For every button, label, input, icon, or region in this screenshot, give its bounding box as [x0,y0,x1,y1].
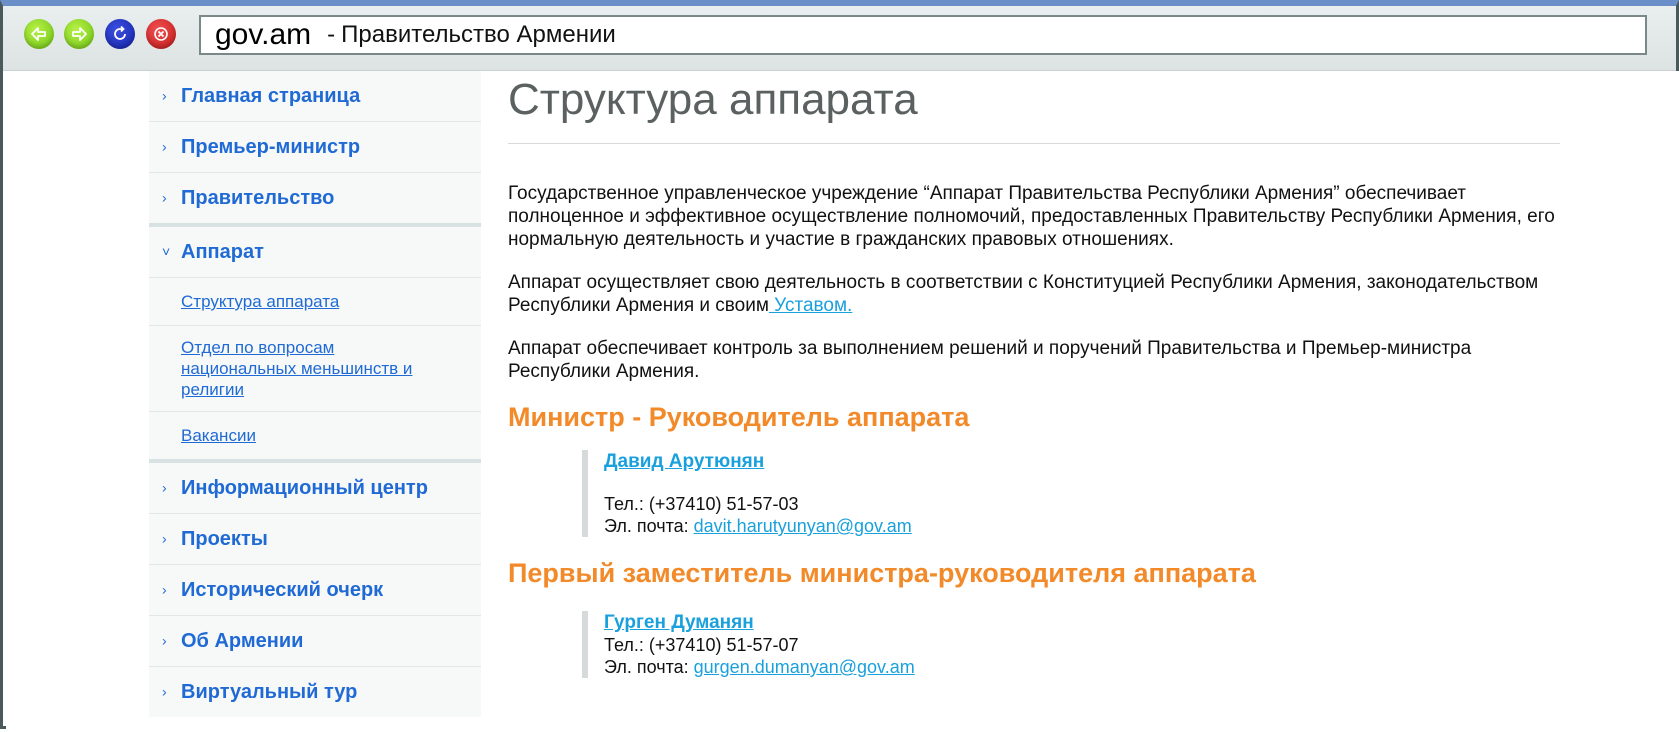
address-separator: - [327,21,336,48]
person-email-row: Эл. почта: davit.harutyunyan@gov.am [604,515,1560,537]
sidebar-subitem-link[interactable]: Структура аппарата [181,292,339,311]
charter-link[interactable]: Уставом. [769,295,852,316]
sidebar-item-virtual-tour[interactable]: › Виртуальный тур [149,667,481,717]
control-paragraph: Аппарат обеспечивает контроль за выполне… [508,338,1472,382]
reload-icon [114,25,126,40]
forward-button[interactable] [64,19,94,49]
contact-card-minister: Давид Арутюнян Тел.: (+37410) 51-57-03 Э… [582,450,1560,537]
section-title-first-deputy: Первый заместитель министра-руководителя… [508,558,1256,588]
sidebar-item-government[interactable]: › Правительство [149,173,481,227]
email-link[interactable]: davit.harutyunyan@gov.am [694,516,912,536]
page-title: Структура аппарата [508,75,918,124]
page-content: › Главная страница › Премьер-министр › П… [6,71,1679,732]
stop-icon [154,27,168,41]
chevron-right-icon: › [162,530,167,547]
main-content: Структура аппарата Государственное управ… [508,71,1560,678]
activity-paragraph: Аппарат осуществляет свою деятельность в… [508,271,1560,317]
browser-toolbar: gov.am - Правительство Армении [3,6,1676,71]
sidebar-item-apparatus[interactable]: ˅ Аппарат [149,227,481,278]
address-bar[interactable]: gov.am - Правительство Армении [199,15,1647,55]
reload-button[interactable] [105,19,135,49]
sidebar-item-label: Премьер-министр [181,135,361,158]
sidebar-subitem-link[interactable]: Вакансии [181,426,256,445]
sidebar-item-label: Аппарат [181,240,264,263]
chevron-right-icon: › [162,632,167,649]
sidebar-item-about-armenia[interactable]: › Об Армении [149,616,481,667]
sidebar-item-info-center[interactable]: › Информационный центр [149,459,481,514]
browser-window: gov.am - Правительство Армении › Главная… [0,0,1679,732]
sidebar-item-home[interactable]: › Главная страница [149,71,481,122]
sidebar-item-label: Виртуальный тур [181,680,358,703]
email-link[interactable]: gurgen.dumanyan@gov.am [694,657,915,677]
chevron-right-icon: › [162,189,167,206]
sidebar-item-history[interactable]: › Исторический очерк [149,565,481,616]
person-phone: Тел.: (+37410) 51-57-03 [604,494,799,514]
sidebar-item-label: Исторический очерк [181,578,384,601]
back-arrow-icon [31,27,46,41]
email-label: Эл. почта: [604,516,689,536]
chevron-down-icon: ˅ [162,243,171,260]
address-domain: gov.am [215,18,312,51]
sidebar-item-projects[interactable]: › Проекты [149,514,481,565]
sidebar-subitem-vacancies: Вакансии [149,412,481,459]
chevron-right-icon: › [162,479,167,496]
sidebar-item-prime-minister[interactable]: › Премьер-министр [149,122,481,173]
sidebar-item-label: Информационный центр [181,476,428,499]
section-title-minister: Министр - Руководитель аппарата [508,402,970,432]
address-page-title: Правительство Армении [341,21,616,48]
sidebar-subitem-link[interactable]: Отдел по вопросам национальных меньшинст… [181,338,412,399]
sidebar-item-label: Проекты [181,527,268,550]
person-name-link[interactable]: Гурген Думанян [604,612,754,633]
stop-button[interactable] [146,19,176,49]
chevron-right-icon: › [162,581,167,598]
sidebar-subitem-structure: Структура аппарата [149,278,481,326]
title-divider [508,143,1560,144]
chevron-right-icon: › [162,683,167,700]
sidebar-menu: › Главная страница › Премьер-министр › П… [149,71,481,717]
sidebar-item-label: Об Армении [181,629,304,652]
sidebar-item-label: Главная страница [181,84,361,107]
sidebar-subitem-minorities: Отдел по вопросам национальных меньшинст… [149,326,481,412]
email-label: Эл. почта: [604,657,689,677]
back-button[interactable] [24,19,54,49]
intro-paragraph: Государственное управленческое учреждени… [508,183,1555,250]
activity-text: Аппарат осуществляет свою деятельность в… [508,272,1539,316]
person-phone: Тел.: (+37410) 51-57-07 [604,635,799,655]
forward-arrow-icon [72,27,87,41]
person-name-link[interactable]: Давид Арутюнян [604,451,764,472]
chevron-right-icon: › [162,87,167,104]
chevron-right-icon: › [162,138,167,155]
person-email-row: Эл. почта: gurgen.dumanyan@gov.am [604,656,1560,678]
sidebar-item-label: Правительство [181,186,335,209]
contact-card-first-deputy: Гурген Думанян Тел.: (+37410) 51-57-07 Э… [582,611,1560,678]
